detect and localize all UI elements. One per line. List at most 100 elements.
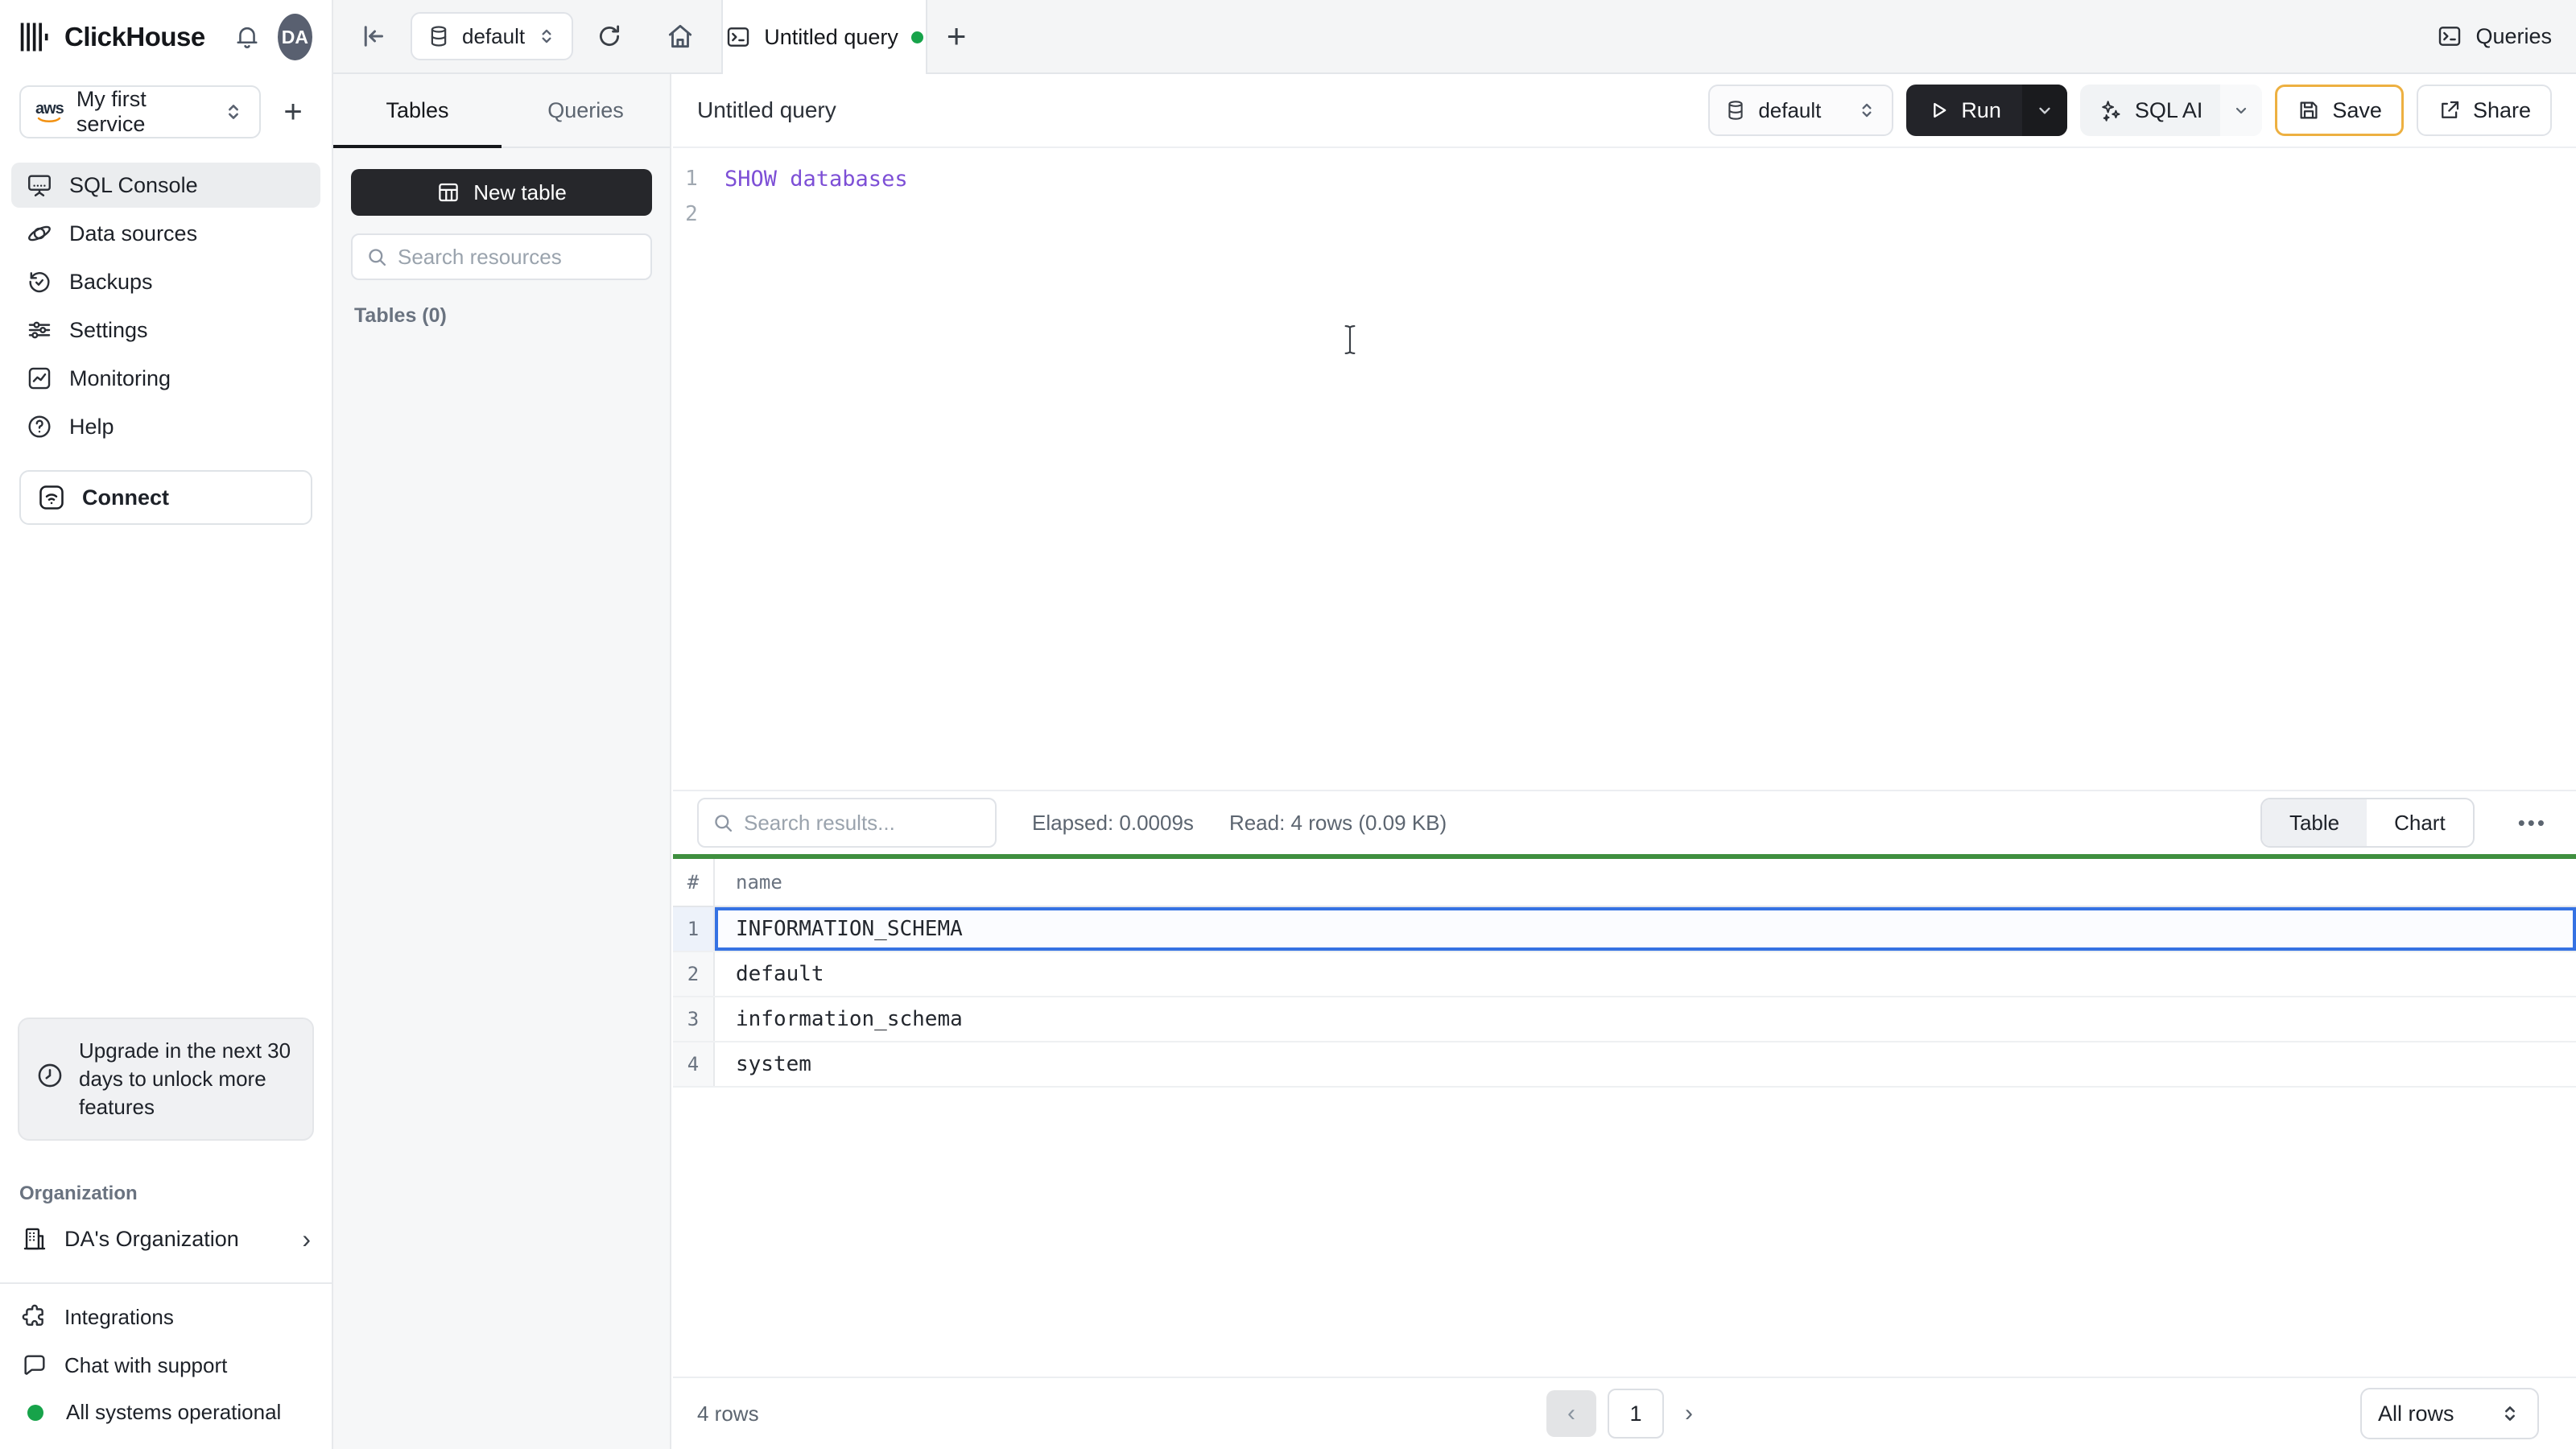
cell-name[interactable]: information_schema [715,997,2576,1041]
elapsed-time: Elapsed: 0.0009s [1032,810,1194,835]
user-avatar[interactable]: DA [277,14,312,60]
editor-database-selector[interactable]: default [1708,85,1894,136]
save-button[interactable]: Save [2275,85,2404,136]
integrations-label: Integrations [64,1304,174,1329]
page-next-button[interactable]: › [1675,1400,1703,1427]
sql-ai-button[interactable]: SQL AI [2079,85,2263,136]
data-sources-icon [26,220,53,247]
explorer-panel: Tables Queries New table Tables (0) [333,74,671,1449]
database-selector[interactable]: default [411,12,574,60]
table-row[interactable]: 4 system [673,1042,2576,1088]
page-size-selector[interactable]: All rows [2360,1388,2539,1439]
upgrade-notice[interactable]: Upgrade in the next 30 days to unlock mo… [18,1018,314,1141]
organization-name: DA's Organization [64,1226,239,1251]
backups-history-icon [26,268,53,295]
sql-ai-chevron-icon[interactable] [2220,85,2263,136]
sidebar-item-label: SQL Console [69,172,198,197]
sql-editor[interactable]: 1 SHOW databases 2 [673,148,2576,790]
more-options-icon[interactable]: ••• [2510,811,2555,836]
clickhouse-logo-icon [19,20,53,54]
sidebar-item-help[interactable]: Help [11,404,320,449]
connect-button[interactable]: Connect [19,470,312,525]
search-icon [712,811,734,834]
search-icon [365,246,388,268]
row-number: 2 [673,952,715,996]
table-row[interactable]: 3 information_schema [673,997,2576,1042]
share-button[interactable]: Share [2416,85,2552,136]
line-number: 1 [685,167,698,191]
chevron-right-icon: › [302,1224,311,1253]
table-grid-icon [436,180,460,204]
new-tab-button[interactable]: + [927,0,985,72]
system-status[interactable]: All systems operational [21,1400,311,1425]
run-options-chevron-icon[interactable] [2021,85,2067,136]
tables-count-label: Tables (0) [354,304,447,327]
database-icon [1724,99,1747,122]
results-toolbar: Elapsed: 0.0009s Read: 4 rows (0.09 KB) … [673,790,2576,854]
results-table: # name 1 INFORMATION_SCHEMA 2 default 3 … [673,859,2576,1088]
save-floppy-icon [2297,98,2321,122]
share-label: Share [2472,97,2531,122]
collapse-panel-icon[interactable] [354,22,393,51]
results-footer: 4 rows ‹ 1 › All rows [673,1377,2576,1449]
chevron-updown-icon [2499,1402,2521,1425]
table-row[interactable]: 1 INFORMATION_SCHEMA [673,907,2576,952]
status-label: All systems operational [66,1400,282,1424]
tab-untitled-query[interactable]: Untitled query [721,0,928,74]
row-number: 4 [673,1042,715,1086]
sparkles-icon [2098,97,2124,123]
tab-tables[interactable]: Tables [333,74,502,148]
notifications-bell-icon[interactable] [228,23,266,52]
explorer-tabs: Tables Queries [333,74,670,148]
share-icon [2438,98,2462,122]
chevron-updown-icon [536,26,557,47]
add-service-button[interactable]: + [274,94,312,130]
new-table-label: New table [473,180,567,204]
resources-search-input[interactable] [398,244,667,270]
table-row[interactable]: 2 default [673,952,2576,997]
cell-name[interactable]: default [715,952,2576,996]
integrations-link[interactable]: Integrations [21,1303,311,1331]
sidebar-item-backups[interactable]: Backups [11,259,320,304]
chat-support-link[interactable]: Chat with support [21,1352,311,1379]
tab-title: Untitled query [764,24,898,49]
refresh-icon[interactable] [591,23,628,50]
cell-name[interactable]: INFORMATION_SCHEMA [715,907,2576,951]
results-search-input[interactable] [744,810,1013,836]
table-header-row: # name [673,859,2576,907]
query-title[interactable]: Untitled query [697,97,836,123]
page-prev-button[interactable]: ‹ [1546,1390,1596,1437]
editor-toolbar: Untitled query default Run SQL AI Save S… [673,74,2576,148]
sidebar-footer: Integrations Chat with support All syste… [0,1284,332,1449]
toggle-table[interactable]: Table [2261,799,2368,846]
code-line: 2 [673,196,2576,232]
sidebar-item-label: Monitoring [69,365,171,390]
clock-icon [35,1061,64,1090]
sidebar-header: ClickHouse DA [0,0,332,74]
tab-queries[interactable]: Queries [502,74,670,147]
page-number[interactable]: 1 [1608,1389,1664,1439]
new-table-button[interactable]: New table [351,169,652,216]
unsaved-green-dot-icon [910,31,923,43]
page-size-value: All rows [2378,1401,2454,1426]
sidebar-item-monitoring[interactable]: Monitoring [11,356,320,401]
chevron-updown-icon [1856,100,1877,121]
organization-row[interactable]: DA's Organization › [11,1216,320,1261]
sidebar-item-sql-console[interactable]: SQL Console [11,163,320,208]
terminal-icon [725,24,751,50]
run-button[interactable]: Run [1906,85,2067,136]
service-selector[interactable]: aws My first service [19,85,261,138]
settings-sliders-icon [26,316,53,344]
home-icon[interactable] [660,21,700,52]
queries-label: Queries [2475,23,2552,48]
toggle-chart[interactable]: Chart [2367,799,2473,846]
queries-button[interactable]: Queries [2413,0,2576,72]
sidebar-item-settings[interactable]: Settings [11,308,320,353]
connect-wifi-icon [37,483,66,512]
monitoring-chart-icon [26,365,53,392]
cell-name[interactable]: system [715,1042,2576,1086]
sidebar-item-data-sources[interactable]: Data sources [11,211,320,256]
organization-building-icon [21,1225,48,1253]
help-question-icon [26,413,53,440]
resources-search [351,233,667,280]
